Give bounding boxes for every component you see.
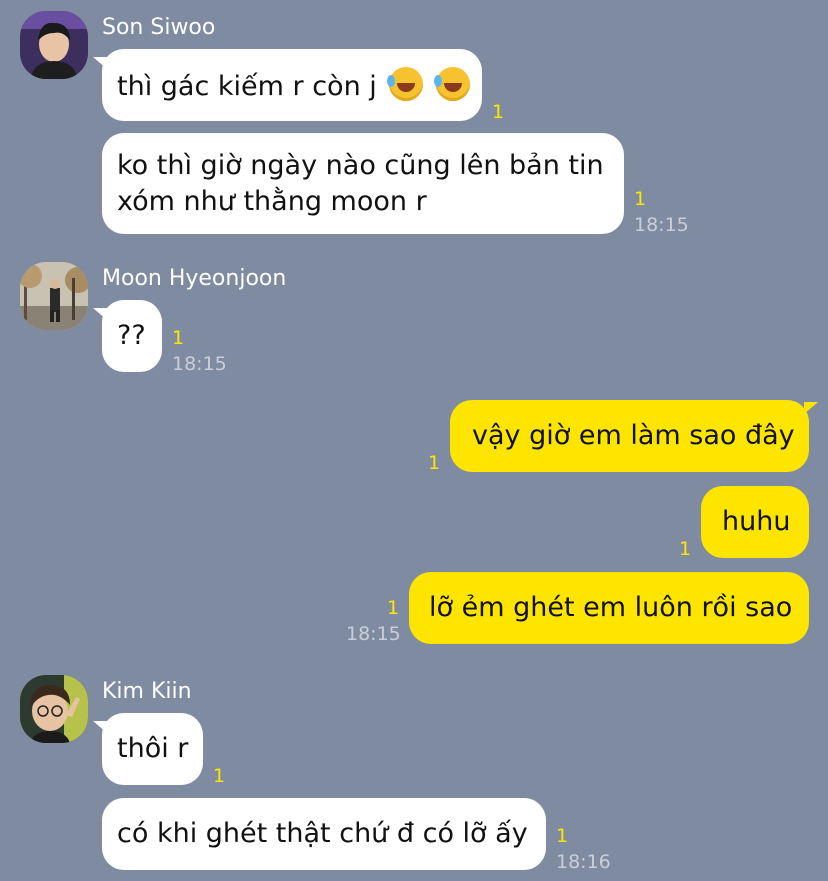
message-time: 18:15 <box>634 214 689 236</box>
message-bubble[interactable]: ?? <box>93 300 162 372</box>
unread-count: 1 <box>213 765 226 787</box>
message-text: thôi r <box>117 733 189 764</box>
message-text: vậy giờ em làm sao đây <box>472 420 795 451</box>
unread-count: 1 <box>428 452 441 474</box>
sender-name: Kim Kiin <box>102 679 192 704</box>
message-time: 18:15 <box>172 353 227 375</box>
avatar-kim-kiin[interactable] <box>20 675 88 743</box>
message-bubble[interactable]: ko thì giờ ngày nào cũng lên bản tin xóm… <box>102 133 624 234</box>
message-text: xóm như thằng moon r <box>117 186 427 217</box>
message-bubble[interactable]: lỡ ẻm ghét em luôn rồi sao <box>409 572 809 644</box>
message-bubble[interactable]: có khi ghét thật chứ đ có lỡ ấy <box>102 798 546 870</box>
message-bubble[interactable]: vậy giờ em làm sao đây <box>450 400 818 472</box>
unread-count: 1 <box>556 825 569 847</box>
message-text: thì gác kiếm r còn j <box>117 71 377 102</box>
rolling-on-floor-laughing-icon <box>387 67 424 101</box>
message-text: có khi ghét thật chứ đ có lỡ ấy <box>117 818 528 849</box>
message-time: 18:16 <box>556 851 611 873</box>
sender-name: Son Siwoo <box>102 15 216 40</box>
unread-count: 1 <box>172 327 185 349</box>
message-bubble[interactable]: thôi r <box>93 713 203 785</box>
message-text: huhu <box>722 506 791 537</box>
message-text: ?? <box>117 320 146 351</box>
avatar-son-siwoo[interactable] <box>20 11 88 79</box>
unread-count: 1 <box>634 188 647 210</box>
message-time: 18:15 <box>346 623 401 645</box>
message-bubble[interactable]: thì gác kiếm r còn j <box>93 49 482 121</box>
unread-count: 1 <box>492 101 505 123</box>
rolling-on-floor-laughing-icon <box>433 67 470 101</box>
message-text: lỡ ẻm ghét em luôn rồi sao <box>429 592 793 623</box>
sender-name: Moon Hyeonjoon <box>102 266 287 291</box>
message-bubble[interactable]: huhu <box>701 486 809 558</box>
avatar-moon-hyeonjoon[interactable] <box>20 262 88 330</box>
message-text: ko thì giờ ngày nào cũng lên bản tin <box>117 150 604 181</box>
unread-count: 1 <box>679 538 692 560</box>
chat-room: Son Siwoo thì gác kiếm r còn j 1 ko thì … <box>0 0 828 881</box>
unread-count: 1 <box>387 597 400 619</box>
